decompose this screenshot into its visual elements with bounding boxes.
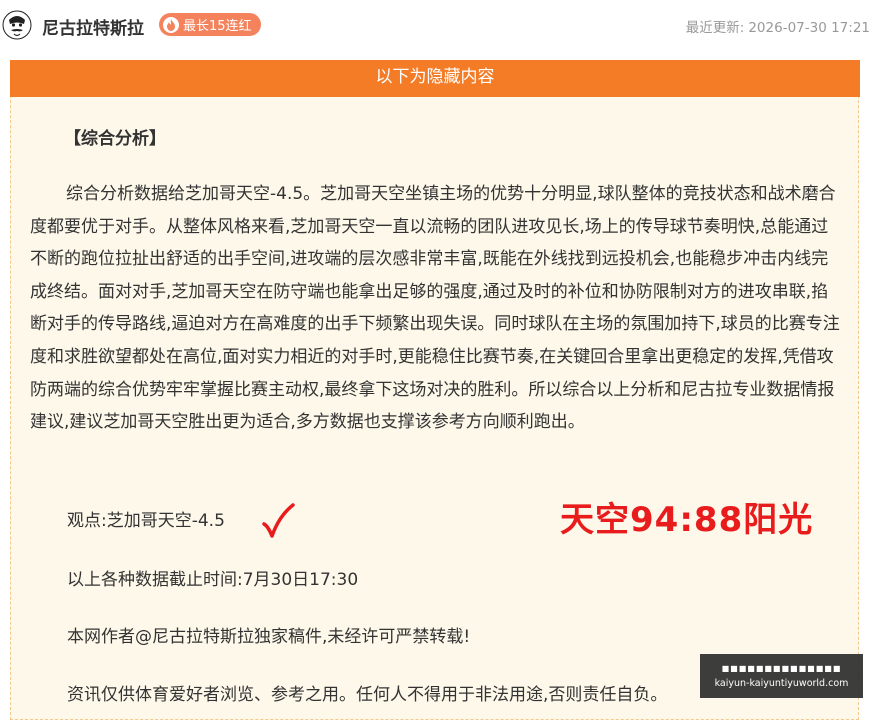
checkmark-icon bbox=[262, 503, 295, 538]
data-cutoff-line: 以上各种数据截止时间:7月30日17:30 bbox=[67, 570, 359, 590]
section-title: 【综合分析】 bbox=[64, 129, 166, 149]
watermark-overlay: ■■■■■■■■■■■■■■ kaiyun-kaiyuntiyuworld.co… bbox=[700, 654, 863, 698]
article-body: 【综合分析】 综合分析数据给芝加哥天空-4.5。芝加哥天空坐镇主场的优势十分明显… bbox=[30, 120, 840, 439]
copyright-line: 本网作者@尼古拉特斯拉独家稿件,未经许可严禁转载! bbox=[67, 627, 471, 647]
viewpoint-line: 观点:芝加哥天空-4.5 bbox=[67, 511, 225, 531]
updated-label: 最近更新: bbox=[685, 20, 745, 36]
author-avatar[interactable] bbox=[2, 10, 32, 40]
disclaimer-line: 资讯仅供体育爱好者浏览、参考之用。任何人不得用于非法用途,否则责任自负。 bbox=[67, 685, 668, 705]
analysis-paragraph: 综合分析数据给芝加哥天空-4.5。芝加哥天空坐镇主场的优势十分明显,球队整体的竞… bbox=[30, 184, 840, 433]
last-updated: 最近更新: 2026-07-30 17:21 bbox=[686, 16, 870, 36]
author-name[interactable]: 尼古拉特斯拉 bbox=[42, 14, 144, 39]
streak-label: 最长15连红 bbox=[183, 19, 252, 34]
watermark-line-2: kaiyun-kaiyuntiyuworld.com bbox=[714, 678, 849, 689]
watermark-line-1: ■■■■■■■■■■■■■■ bbox=[721, 664, 842, 673]
hidden-content-banner: 以下为隐藏内容 bbox=[10, 60, 860, 97]
article-header: 尼古拉特斯拉 最长15连红 最近更新: 2026-07-30 17:21 bbox=[0, 0, 874, 52]
match-result: 天空94:88阳光 bbox=[560, 500, 814, 540]
updated-time: 2026-07-30 17:21 bbox=[748, 20, 870, 36]
flame-icon bbox=[163, 16, 179, 33]
streak-badge: 最长15连红 bbox=[159, 13, 261, 36]
